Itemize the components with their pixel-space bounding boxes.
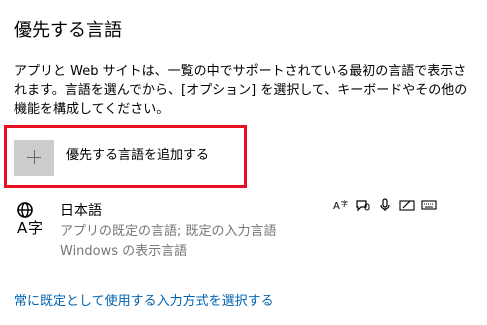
text-to-speech-icon: A字: [332, 198, 350, 212]
page-description: アプリと Web サイトは、一覧の中でサポートされている最初の言語で表示されます…: [14, 64, 468, 117]
language-item-japanese[interactable]: A 字 日本語 アプリの既定の言語; 既定の入力言語 Windows の表示言語…: [14, 198, 474, 259]
speech-recognition-icon: [354, 198, 372, 212]
svg-text:A: A: [17, 219, 28, 236]
plus-icon: [14, 140, 54, 176]
keyboard-icon: [420, 198, 438, 212]
default-input-method-link[interactable]: 常に既定として使用する入力方式を選択する: [14, 290, 274, 309]
capability-icons: A字: [332, 198, 438, 212]
page-title: 優先する言語: [14, 20, 122, 41]
add-language-button[interactable]: 優先する言語を追加する: [14, 140, 254, 176]
add-language-label: 優先する言語を追加する: [66, 148, 210, 163]
svg-text:A: A: [333, 201, 340, 212]
microphone-icon: [376, 198, 394, 212]
svg-text:字: 字: [341, 199, 348, 208]
handwriting-icon: [398, 198, 416, 212]
svg-text:字: 字: [28, 219, 43, 236]
language-icon: A 字: [14, 200, 54, 237]
language-name: 日本語: [60, 203, 102, 219]
language-details: アプリの既定の言語; 既定の入力言語: [60, 224, 277, 239]
language-display-info: Windows の表示言語: [60, 244, 188, 259]
